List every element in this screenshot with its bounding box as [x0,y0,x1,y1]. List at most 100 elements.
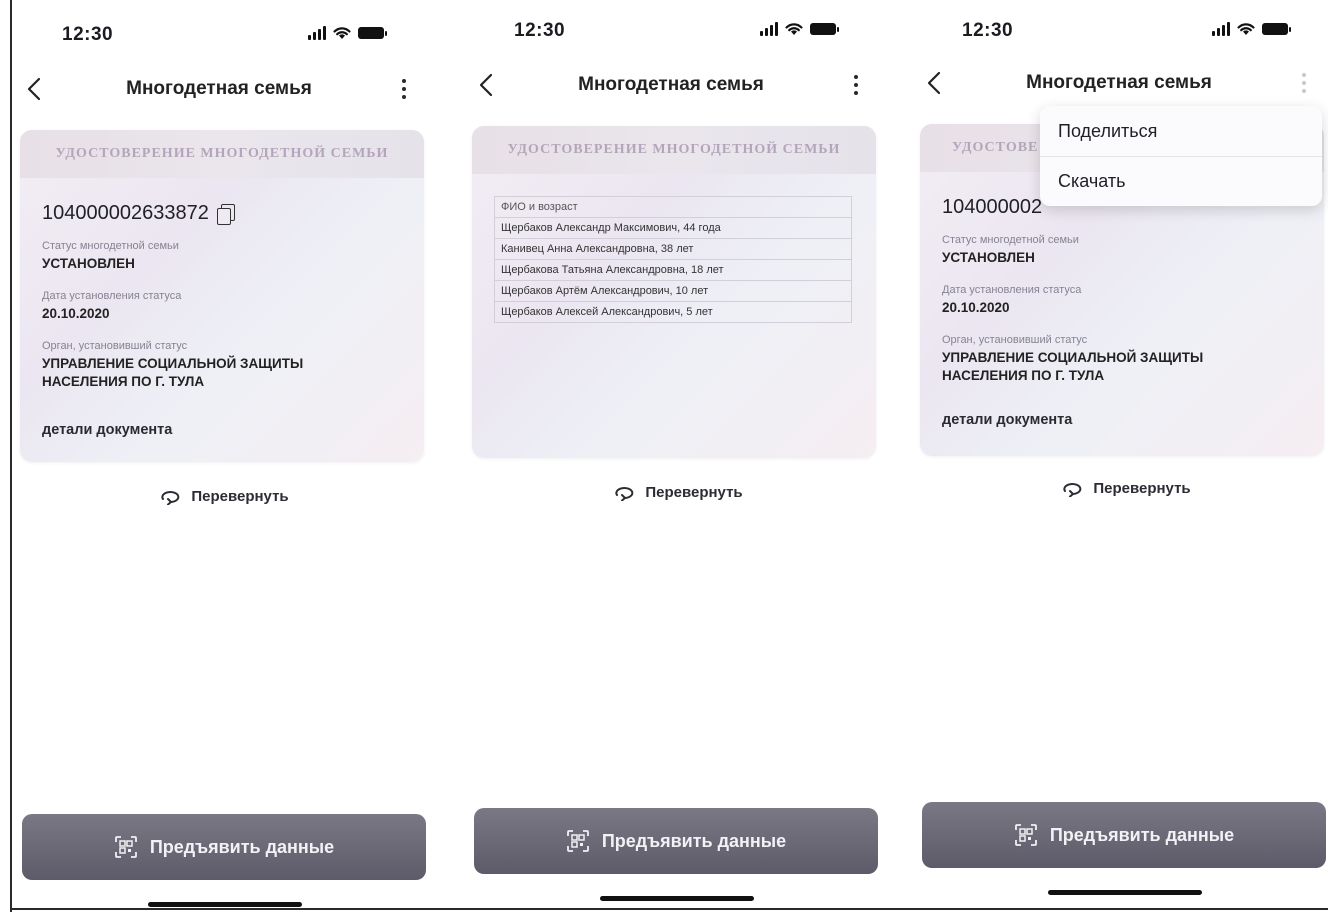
flip-button[interactable]: Перевернуть [14,488,434,505]
status-bar: 12:30 [466,0,876,60]
card-header-title: УДОСТОВЕ [952,140,1039,155]
member-cell: Щербаков Александр Максимович, 44 года [494,217,852,239]
status-icons [1212,22,1291,36]
nav-bar: Многодетная семья [466,60,876,110]
member-cell: Канивец Анна Александровна, 38 лет [494,238,852,260]
card-header-title: УДОСТОВЕРЕНИЕ МНОГОДЕТНОЙ СЕМЬИ [507,142,841,157]
member-cell: Щербаков Алексей Александрович, 5 лет [494,301,852,323]
more-vertical-icon[interactable] [1294,68,1314,98]
wifi-icon [333,27,351,39]
flip-icon [615,486,634,501]
authority-label: Орган, установивший статус [42,340,188,352]
authority-field: Орган, установивший статус УПРАВЛЕНИЕ СО… [942,334,1203,385]
status-label: Статус многодетной семьи [42,240,179,252]
card-header: УДОСТОВЕРЕНИЕ МНОГОДЕТНОЙ СЕМЬИ [472,126,876,174]
present-data-button[interactable]: Предъявить данные [22,814,426,880]
document-number: 104000002 [942,196,1042,219]
menu-item-share[interactable]: Поделиться [1040,106,1322,156]
family-members-table: ФИО и возраст Щербаков Александр Максимо… [494,196,852,323]
present-data-label: Предъявить данные [149,836,335,857]
home-indicator [600,896,754,901]
signal-icon [308,26,326,40]
authority-value-line2: НАСЕЛЕНИЯ ПО Г. ТУЛА [42,374,205,389]
nav-bar: Многодетная семья [914,58,1324,108]
document-number: 104000002633872 [42,202,235,225]
present-data-label: Предъявить данные [601,830,787,851]
signal-icon [1212,22,1230,36]
battery-icon [1262,23,1291,35]
flip-button[interactable]: Перевернуть [916,480,1328,497]
date-value: 20.10.2020 [42,306,110,321]
chevron-left-icon[interactable] [472,70,502,100]
wifi-icon [1237,23,1255,35]
date-value: 20.10.2020 [942,300,1010,315]
frame-border [10,0,12,912]
status-field: Статус многодетной семьи УСТАНОВЛЕН [42,240,179,273]
table-header-row: ФИО и возраст [494,196,852,218]
table-row: Канивец Анна Александровна, 38 лет [494,238,852,260]
qr-icon [1014,824,1037,846]
table-row: Щербакова Татьяна Александровна, 18 лет [494,259,852,281]
actions-dropdown-menu: Поделиться Скачать [1040,106,1322,206]
status-icons [308,26,387,40]
phone-screen-front: 12:30 Многодетная семья УДОСТОВЕРЕНИЕ МН… [14,0,434,912]
status-value: УСТАНОВЛЕН [942,250,1035,265]
member-cell: Щербакова Татьяна Александровна, 18 лет [494,259,852,281]
signal-icon [760,22,778,36]
flip-icon [161,490,180,505]
authority-value-line1: УПРАВЛЕНИЕ СОЦИАЛЬНОЙ ЗАЩИТЫ [942,350,1204,365]
table-row: Щербаков Александр Максимович, 44 года [494,217,852,239]
table-row: Щербаков Артём Александрович, 10 лет [494,280,852,302]
status-label: Статус многодетной семьи [942,234,1079,246]
page-title: Многодетная семья [126,78,312,99]
home-indicator [1048,890,1202,895]
flip-button[interactable]: Перевернуть [468,484,888,501]
document-number-value: 104000002633872 [42,202,209,224]
wifi-icon [785,23,803,35]
flip-icon [1063,482,1082,497]
home-indicator [148,902,302,907]
status-bar: 12:30 [914,0,1324,60]
nav-bar: Многодетная семья [14,64,424,114]
details-link[interactable]: детали документа [42,422,172,438]
flip-label: Перевернуть [645,484,743,501]
battery-icon [810,23,839,35]
date-label: Дата установления статуса [42,290,182,302]
status-field: Статус многодетной семьи УСТАНОВЛЕН [942,234,1079,267]
battery-icon [358,27,387,39]
flip-label: Перевернуть [191,488,289,505]
chevron-left-icon[interactable] [20,74,50,104]
details-link[interactable]: детали документа [942,412,1072,428]
status-value: УСТАНОВЛЕН [42,256,135,271]
card-header: УДОСТОВЕРЕНИЕ МНОГОДЕТНОЙ СЕМЬИ [20,130,424,178]
flip-label: Перевернуть [1093,480,1191,497]
qr-icon [566,830,589,852]
document-card[interactable]: УДОСТОВЕРЕНИЕ МНОГОДЕТНОЙ СЕМЬИ 10400000… [20,130,424,462]
page-title: Многодетная семья [578,74,764,95]
status-time: 12:30 [514,20,566,41]
document-number-value: 104000002 [942,196,1043,218]
present-data-label: Предъявить данные [1049,824,1235,845]
more-vertical-icon[interactable] [394,74,414,104]
page-title: Многодетная семья [1026,72,1212,93]
phone-screen-menu: 12:30 Многодетная семья УДОСТОВЕ 1040000… [914,0,1328,912]
authority-label: Орган, установивший статус [942,334,1088,346]
copy-icon[interactable] [216,203,235,225]
more-vertical-icon[interactable] [846,70,866,100]
phone-screen-back: 12:30 Многодетная семья УДОСТОВЕРЕНИЕ МН… [466,0,886,912]
date-field: Дата установления статуса 20.10.2020 [42,290,181,323]
status-bar: 12:30 [14,0,424,60]
present-data-button[interactable]: Предъявить данные [474,808,878,874]
authority-value-line1: УПРАВЛЕНИЕ СОЦИАЛЬНОЙ ЗАЩИТЫ [42,356,304,371]
date-field: Дата установления статуса 20.10.2020 [942,284,1081,317]
member-cell: Щербаков Артём Александрович, 10 лет [494,280,852,302]
document-card[interactable]: УДОСТОВЕРЕНИЕ МНОГОДЕТНОЙ СЕМЬИ ФИО и во… [472,126,876,458]
card-header-title: УДОСТОВЕРЕНИЕ МНОГОДЕТНОЙ СЕМЬИ [55,146,389,161]
present-data-button[interactable]: Предъявить данные [922,802,1326,868]
date-label: Дата установления статуса [942,284,1082,296]
status-time: 12:30 [962,20,1014,41]
chevron-left-icon[interactable] [920,68,950,98]
menu-item-download[interactable]: Скачать [1040,156,1322,206]
table-header: ФИО и возраст [494,196,852,218]
status-time: 12:30 [62,24,114,45]
